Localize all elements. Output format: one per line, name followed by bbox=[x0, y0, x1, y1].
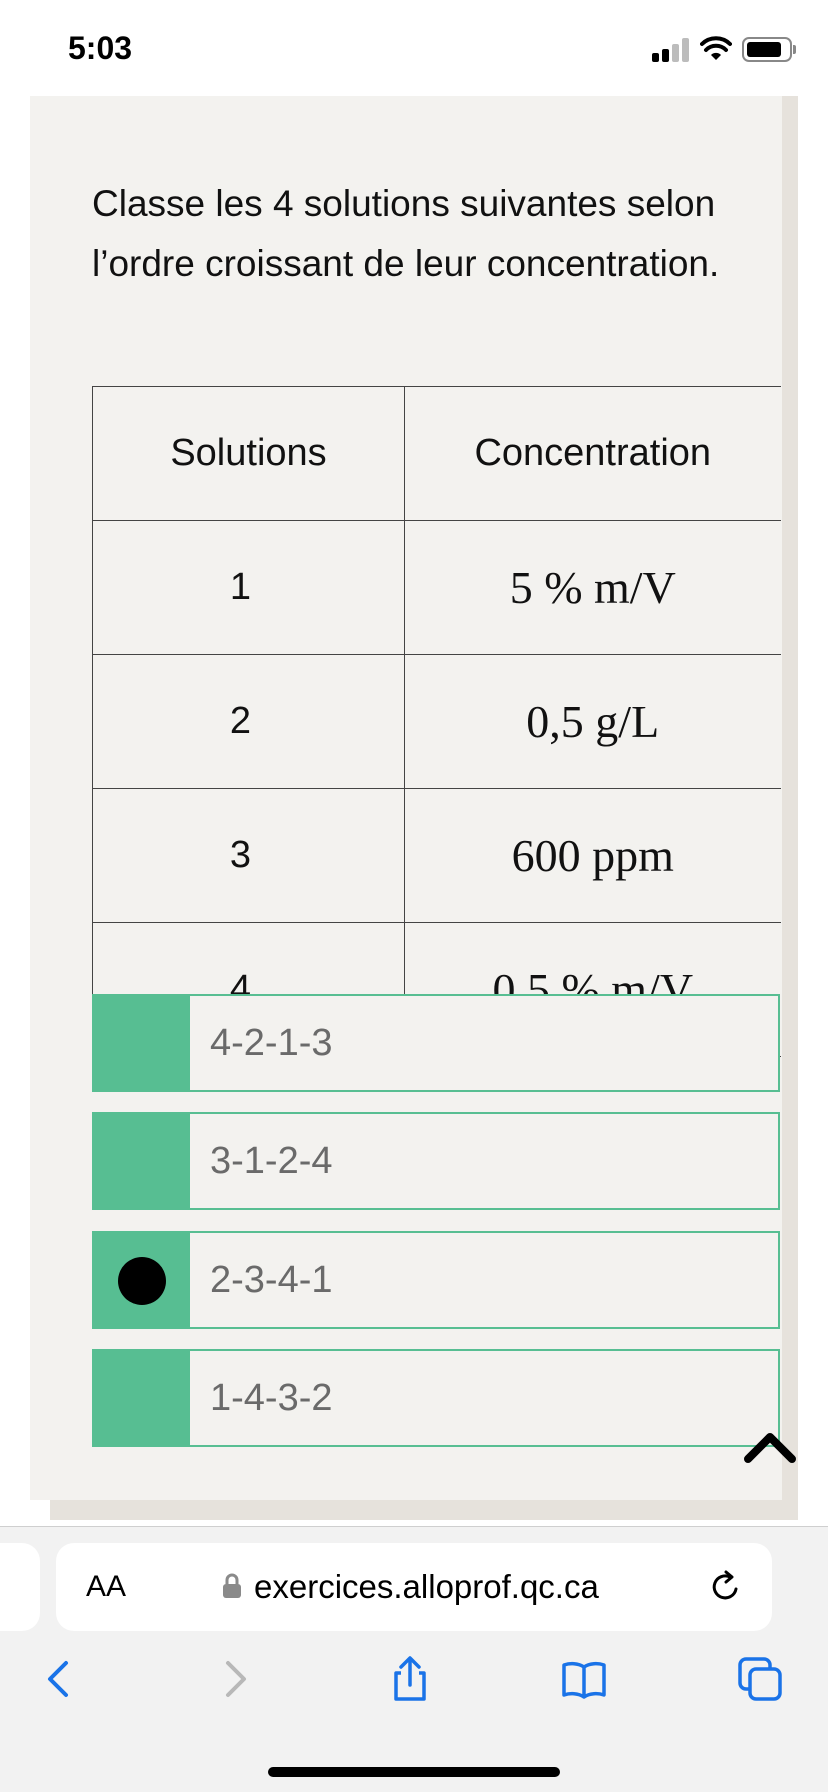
battery-nub bbox=[793, 45, 796, 54]
table-row: 2 0,5 g/L bbox=[92, 654, 781, 789]
cell-solution: 1 bbox=[92, 520, 405, 655]
header-concentration: Concentration bbox=[404, 386, 781, 521]
back-icon[interactable] bbox=[34, 1655, 82, 1703]
cell-solution: 2 bbox=[92, 654, 405, 789]
question-text: Classe les 4 solutions suivantes selon l… bbox=[92, 183, 720, 284]
tabs-icon[interactable] bbox=[736, 1655, 784, 1703]
chevron-up-icon[interactable] bbox=[740, 1425, 800, 1465]
exercise-card: Classe les 4 solutions suivantes selon l… bbox=[30, 96, 782, 1500]
table-row: 3 600 ppm bbox=[92, 788, 781, 923]
text-size-button[interactable]: AA bbox=[86, 1543, 126, 1631]
radio-button[interactable] bbox=[94, 996, 190, 1090]
status-time: 5:03 bbox=[68, 30, 133, 66]
previous-tab-peek[interactable] bbox=[0, 1543, 40, 1631]
wifi-icon bbox=[700, 36, 732, 60]
browser-toolbar: AA exercices.alloprof.qc.ca bbox=[0, 1526, 828, 1792]
cell-solution: 3 bbox=[92, 788, 405, 923]
cell-concentration: 0,5 g/L bbox=[404, 654, 781, 789]
cell-concentration: 5 % m/V bbox=[404, 520, 781, 655]
lock-icon bbox=[223, 1573, 241, 1598]
answer-option-4[interactable]: 1-4-3-2 bbox=[92, 1349, 780, 1447]
header-solutions: Solutions bbox=[92, 386, 405, 521]
bookmarks-icon[interactable] bbox=[560, 1655, 608, 1703]
reload-icon[interactable] bbox=[708, 1569, 744, 1605]
radio-button-selected[interactable] bbox=[94, 1233, 190, 1327]
radio-button[interactable] bbox=[94, 1114, 190, 1208]
answer-label: 1-4-3-2 bbox=[210, 1377, 333, 1419]
address-bar[interactable]: AA exercices.alloprof.qc.ca bbox=[56, 1543, 772, 1631]
answer-option-3[interactable]: 2-3-4-1 bbox=[92, 1231, 780, 1329]
cell-concentration: 600 ppm bbox=[404, 788, 781, 923]
home-indicator[interactable] bbox=[268, 1767, 560, 1777]
radio-selected-dot bbox=[118, 1257, 166, 1305]
signal-icon bbox=[652, 38, 692, 62]
text-size-label: AA bbox=[86, 1570, 127, 1603]
battery-icon bbox=[742, 37, 792, 62]
answer-label: 3-1-2-4 bbox=[210, 1140, 333, 1182]
concentration-table: Solutions Concentration 1 5 % m/V 2 0,5 … bbox=[92, 386, 781, 1057]
radio-button[interactable] bbox=[94, 1351, 190, 1445]
status-bar: 5:03 bbox=[0, 0, 828, 96]
table-row: 1 5 % m/V bbox=[92, 520, 781, 655]
share-icon[interactable] bbox=[386, 1655, 434, 1703]
url-text: exercices.alloprof.qc.ca bbox=[254, 1568, 599, 1605]
answer-label: 4-2-1-3 bbox=[210, 1022, 333, 1064]
answer-option-1[interactable]: 4-2-1-3 bbox=[92, 994, 780, 1092]
answer-option-2[interactable]: 3-1-2-4 bbox=[92, 1112, 780, 1210]
table-header-row: Solutions Concentration bbox=[92, 386, 781, 521]
forward-icon[interactable] bbox=[212, 1655, 260, 1703]
answer-label: 2-3-4-1 bbox=[210, 1259, 333, 1301]
